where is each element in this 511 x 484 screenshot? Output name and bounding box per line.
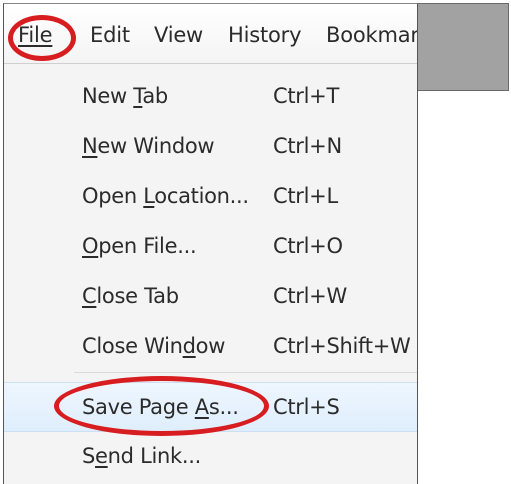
menu-item-label: Open File... (82, 234, 197, 258)
menu-item-new-tab[interactable]: New Tab Ctrl+T (4, 72, 417, 120)
menu-item-label: Open Location... (82, 184, 249, 208)
menu-item-label: New Window (82, 134, 215, 158)
browser-window: File Edit View History Bookmar New Tab C… (3, 3, 418, 484)
menu-view[interactable]: View (154, 23, 203, 47)
menu-bookmarks[interactable]: Bookmar (326, 23, 418, 47)
menu-bookmarks-label: Bookmar (326, 23, 418, 47)
menu-file[interactable]: File (18, 23, 53, 47)
menu-item-shortcut: Ctrl+S (273, 395, 340, 419)
menu-item-shortcut: Ctrl+L (273, 184, 338, 208)
menu-history[interactable]: History (228, 23, 302, 47)
menu-item-new-window[interactable]: New Window Ctrl+N (4, 122, 417, 170)
menu-item-open-location[interactable]: Open Location... Ctrl+L (4, 172, 417, 220)
background-panel (414, 3, 509, 91)
menu-item-label: Save Page As... (82, 395, 239, 419)
menu-file-label: File (18, 23, 53, 47)
menu-item-send-link[interactable]: Send Link... (4, 432, 417, 480)
menu-item-shortcut: Ctrl+N (273, 134, 342, 158)
menu-item-shortcut: Ctrl+O (273, 234, 343, 258)
menu-item-label: New Tab (82, 84, 168, 108)
menu-item-close-tab[interactable]: Close Tab Ctrl+W (4, 272, 417, 320)
menu-item-label: Close Tab (82, 284, 179, 308)
menu-item-close-window[interactable]: Close Window Ctrl+Shift+W (4, 322, 417, 370)
file-dropdown-menu: New Tab Ctrl+T New Window Ctrl+N Open Lo… (4, 64, 417, 484)
menu-item-label: Close Window (82, 334, 226, 358)
menu-item-label: Send Link... (82, 444, 202, 468)
menu-view-label: View (154, 23, 204, 47)
menu-item-shortcut: Ctrl+T (273, 84, 339, 108)
menu-bar: File Edit View History Bookmar (4, 4, 417, 64)
menu-history-label: History (228, 23, 302, 47)
menu-item-shortcut: Ctrl+W (273, 284, 347, 308)
menu-item-shortcut: Ctrl+Shift+W (273, 334, 411, 358)
menu-edit-label: Edit (90, 23, 130, 47)
menu-separator (74, 372, 417, 373)
menu-item-open-file[interactable]: Open File... Ctrl+O (4, 222, 417, 270)
menu-edit[interactable]: Edit (90, 23, 130, 47)
menu-item-save-page-as[interactable]: Save Page As... Ctrl+S (4, 382, 417, 432)
